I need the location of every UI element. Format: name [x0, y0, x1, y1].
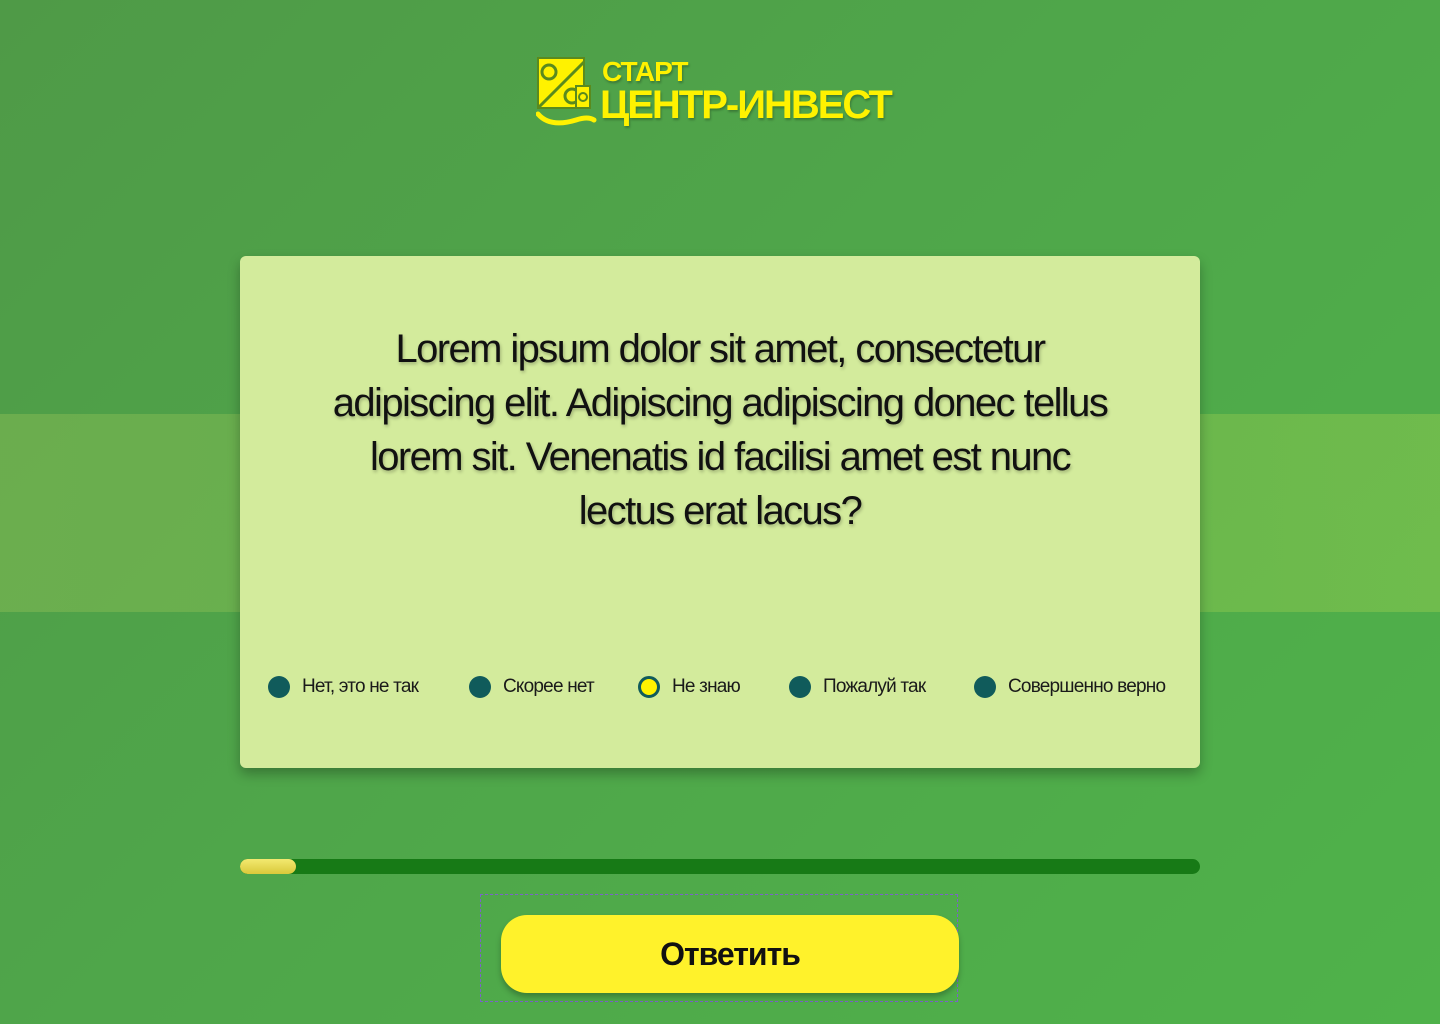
option-label: Скорее нет [503, 676, 595, 697]
answer-options: Нет, это не так Скорее нет Не знаю Пожал… [240, 674, 1200, 700]
question-text: Lorem ipsum dolor sit amet, consectetur … [332, 327, 1109, 533]
radio-probably-yes[interactable] [789, 676, 811, 698]
option-rather-no[interactable]: Скорее нет [469, 674, 595, 700]
option-label: Пожалуй так [823, 676, 926, 697]
radio-absolutely-true[interactable] [974, 676, 996, 698]
option-no[interactable]: Нет, это не так [268, 674, 419, 700]
progress-bar [240, 859, 1200, 874]
option-absolutely-true[interactable]: Совершенно верно [974, 674, 1166, 700]
radio-no[interactable] [268, 676, 290, 698]
option-label: Нет, это не так [302, 676, 419, 697]
option-probably-yes[interactable]: Пожалуй так [789, 674, 926, 700]
radio-dont-know[interactable] [638, 676, 660, 698]
brand-logo: СТАРТ ЦЕНТР-ИНВЕСТ [536, 56, 906, 128]
option-label: Совершенно верно [1008, 676, 1166, 697]
question-card: Lorem ipsum dolor sit amet, consectetur … [240, 256, 1200, 768]
option-dont-know[interactable]: Не знаю [638, 674, 741, 700]
answer-button[interactable]: Ответить [501, 915, 959, 993]
progress-fill [240, 859, 296, 874]
option-label: Не знаю [672, 676, 741, 697]
radio-rather-no[interactable] [469, 676, 491, 698]
logo-line-center-invest: ЦЕНТР-ИНВЕСТ [600, 83, 893, 127]
percent-coin-icon [536, 57, 597, 126]
